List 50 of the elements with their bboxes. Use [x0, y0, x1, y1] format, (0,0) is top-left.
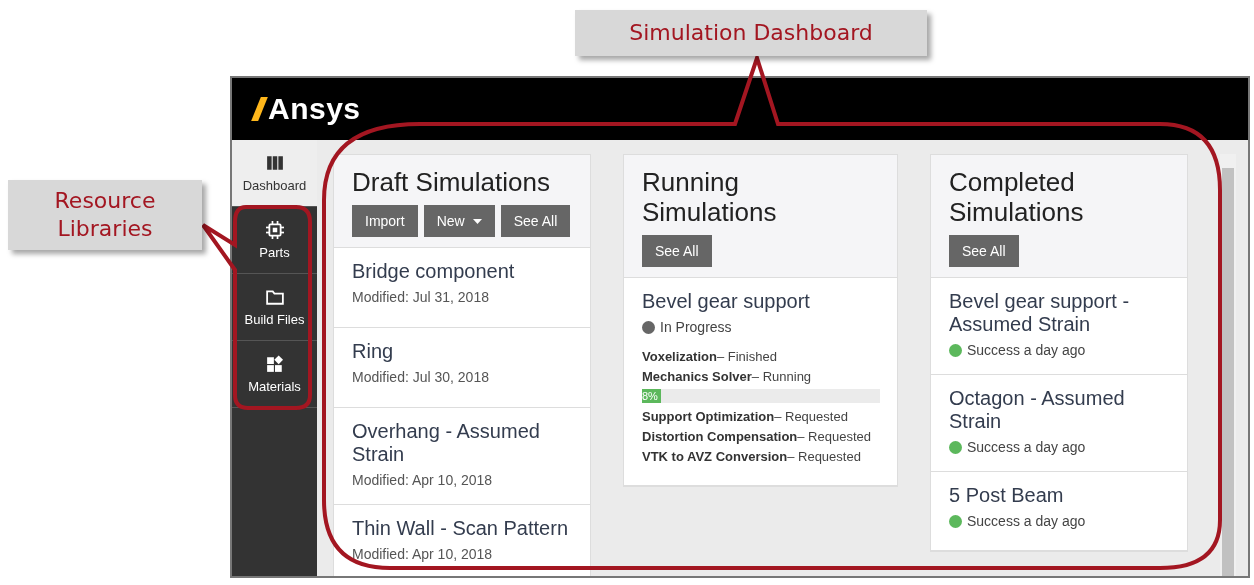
modified-date: Modified: Apr 10, 2018 — [352, 472, 494, 488]
button[interactable]: Import — [352, 205, 418, 237]
columns-icon — [265, 153, 284, 172]
card-title: 5 Post Beam — [949, 484, 1065, 507]
logo: Ansys — [268, 91, 361, 127]
blocks-icon — [265, 354, 284, 373]
status-text: Success a day ago — [967, 342, 1086, 358]
progress-fill: 8% — [642, 389, 662, 403]
column-title: Completed Simulations — [949, 167, 1085, 227]
column-title: Running Simulations — [642, 167, 778, 227]
modified-date: Modified: Jul 30, 2018 — [352, 369, 490, 385]
step-status: Voxelization– Finished — [642, 349, 778, 364]
simulation-card[interactable]: Octagon - Assumed Strain Success a day ago — [931, 375, 1187, 472]
step-status: Distortion Compensation– Requested — [642, 429, 872, 444]
step-status: Mechanics Solver– Running — [642, 369, 813, 384]
status-text: Success a day ago — [967, 513, 1086, 529]
card-title: Bevel gear support — [642, 290, 811, 313]
simulation-card[interactable]: 5 Post Beam Success a day ago — [931, 472, 1187, 551]
status-text: In Progress — [660, 319, 732, 335]
button[interactable]: See All — [949, 235, 1019, 267]
sidebar-item[interactable]: Materials — [232, 341, 317, 408]
card-title: Octagon - Assumed Strain — [949, 387, 1126, 433]
sidebar-item[interactable]: Dashboard — [232, 140, 317, 207]
card-title: Overhang - Assumed Strain — [352, 420, 541, 466]
status-text: Success a day ago — [967, 439, 1086, 455]
chip-icon — [265, 220, 284, 239]
step-status: Support Optimization– Requested — [642, 409, 849, 424]
simulation-card[interactable]: Thin Wall - Scan Pattern Modified: Apr 10, 2018 — [334, 505, 590, 576]
step-status: VTK to AVZ Conversion– Requested — [642, 449, 862, 464]
simulation-card[interactable]: Bevel gear support In Progress Voxelization– Finished Mechanics Solver– Running 8% Support Optimization– Requested Distortion Compensation– Requested VTK to AVZ Conversion– Requested — [624, 278, 897, 486]
simulation-card[interactable]: Ring Modified: Jul 30, 2018 — [334, 328, 590, 408]
button[interactable]: See All — [500, 205, 571, 237]
button[interactable]: See All — [642, 235, 712, 267]
sidebar-item[interactable]: Parts — [232, 207, 317, 274]
modified-date: Modified: Apr 10, 2018 — [352, 546, 494, 562]
simulation-card[interactable]: Bevel gear support - Assumed Strain Success a day ago — [931, 278, 1187, 375]
column-title: Draft Simulations — [352, 167, 551, 197]
card-title: Thin Wall - Scan Pattern — [352, 517, 569, 540]
folder-icon — [265, 287, 284, 306]
modified-date: Modified: Jul 31, 2018 — [352, 289, 490, 305]
simulation-card[interactable]: Bridge component Modified: Jul 31, 2018 — [334, 248, 590, 328]
card-title: Bridge component — [352, 260, 516, 283]
sidebar-item[interactable]: Build Files — [232, 274, 317, 341]
card-title: Ring — [352, 340, 395, 363]
callout-label: Resource Libraries — [8, 180, 202, 250]
card-title: Bevel gear support - Assumed Strain — [949, 290, 1131, 336]
caret-icon — [472, 218, 482, 224]
callout-label: Simulation Dashboard — [575, 10, 927, 56]
dropdown-button[interactable]: New — [423, 205, 495, 237]
simulation-card[interactable]: Overhang - Assumed Strain Modified: Apr 10, 2018 — [334, 408, 590, 505]
